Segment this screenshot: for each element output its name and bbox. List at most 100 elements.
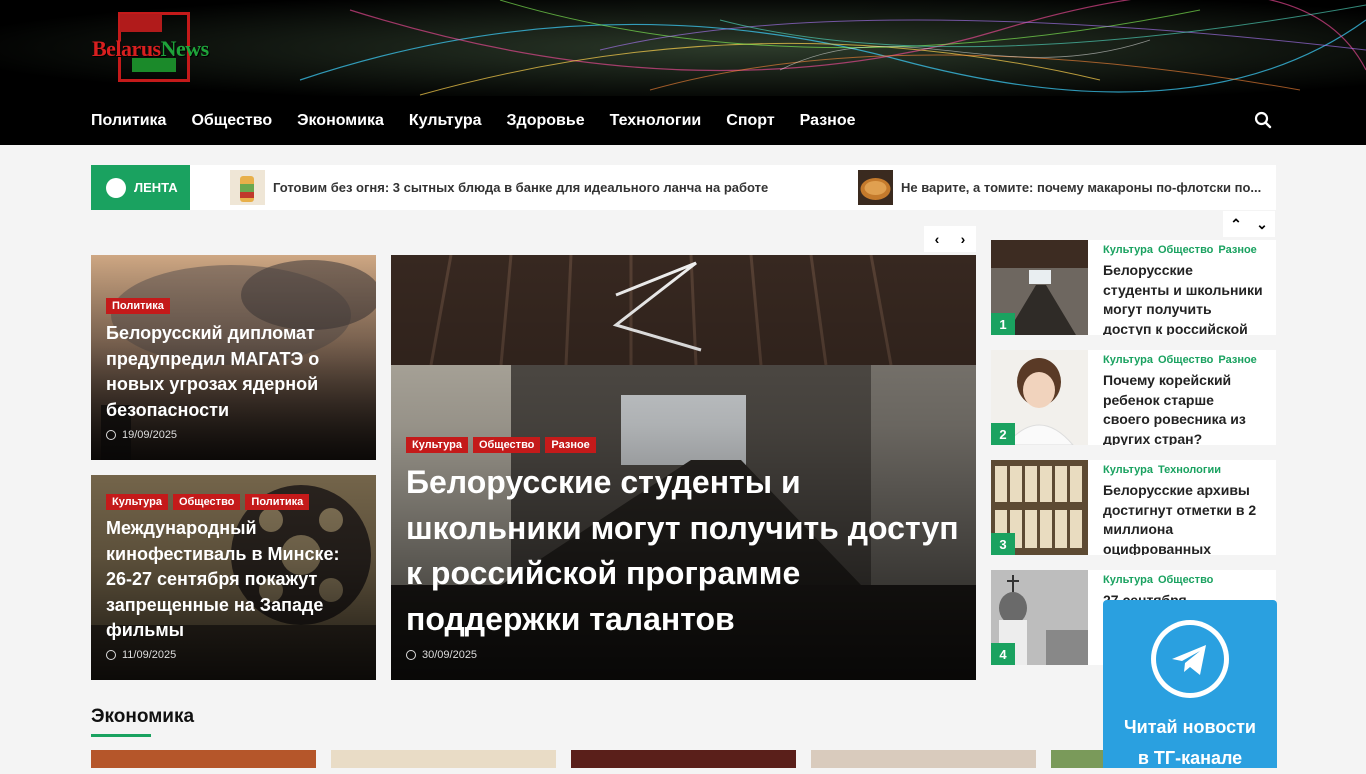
side-list-item[interactable]: 1 Культура Общество Разное Белорусские с… [991, 240, 1276, 335]
ticker-label: ЛЕНТА [91, 165, 190, 210]
side-item-title[interactable]: Белорусские архивы достигнут отметки в 2… [1103, 481, 1263, 555]
site-logo[interactable]: BelarusNews [92, 10, 222, 84]
logo-flag-red [120, 14, 162, 32]
telegram-cta: Читай новости в ТГ-канале [1103, 712, 1277, 774]
category-link[interactable]: Общество [1158, 244, 1213, 256]
nav-menu: Политика Общество Экономика Культура Здо… [91, 96, 881, 145]
nav-item-economy[interactable]: Экономика [297, 112, 384, 130]
telegram-widget[interactable]: Читай новости в ТГ-канале [1103, 600, 1277, 768]
search-icon[interactable] [1254, 111, 1272, 129]
main-navbar: Политика Общество Экономика Культура Здо… [0, 96, 1366, 145]
economy-thumb[interactable] [811, 750, 1036, 768]
nav-item-society[interactable]: Общество [191, 112, 272, 130]
category-link[interactable]: Общество [1158, 574, 1213, 586]
side-list-up-button[interactable]: ⌃ [1223, 211, 1249, 237]
category-tag[interactable]: Общество [472, 437, 541, 453]
featured-prev-button[interactable]: ‹ [924, 226, 950, 252]
economy-thumb[interactable] [91, 750, 316, 768]
nav-item-misc[interactable]: Разное [800, 112, 856, 130]
card-title[interactable]: Международный кинофестиваль в Минске: 26… [106, 516, 366, 644]
logo-text-part2: News [160, 36, 210, 61]
side-item-cats: Культура Общество Разное [1103, 244, 1262, 256]
category-link[interactable]: Культура [1103, 354, 1153, 366]
category-link[interactable]: Разное [1218, 244, 1256, 256]
nav-item-health[interactable]: Здоровье [507, 112, 585, 130]
card-date-text: 19/09/2025 [122, 429, 178, 441]
card-title[interactable]: Белорусский дипломат предупредил МАГАТЭ … [106, 321, 366, 423]
ticker-label-text: ЛЕНТА [134, 180, 178, 195]
card-tags: Политика [106, 298, 175, 314]
featured-main-card[interactable]: Культура Общество Разное Белорусские сту… [391, 255, 976, 680]
rank-badge: 4 [991, 643, 1015, 665]
category-link[interactable]: Общество [1158, 354, 1213, 366]
category-tag[interactable]: Политика [106, 298, 170, 314]
section-title-economy[interactable]: Экономика [91, 706, 194, 728]
clock-icon [106, 650, 116, 660]
side-list-item[interactable]: 3 Культура Технологии Белорусские архивы… [991, 460, 1276, 555]
ticker-item-text: Не варите, а томите: почему макароны по-… [901, 180, 1262, 195]
chevron-up-icon: ⌃ [1230, 215, 1242, 232]
telegram-cta-line1: Читай новости [1124, 717, 1256, 737]
chevron-right-icon: › [960, 231, 966, 247]
chevron-down-icon: ⌄ [1256, 215, 1268, 232]
featured-card[interactable]: Культура Общество Политика Международный… [91, 475, 376, 680]
telegram-icon-inner [1156, 625, 1224, 693]
category-link[interactable]: Технологии [1158, 464, 1221, 476]
side-item-title[interactable]: Почему корейский ребенок старше своего р… [1103, 371, 1263, 445]
nav-item-technology[interactable]: Технологии [610, 112, 702, 130]
card-date: 19/09/2025 [106, 429, 177, 441]
logo-text: BelarusNews [92, 36, 209, 62]
rank-badge: 2 [991, 423, 1015, 445]
side-list-down-button[interactable]: ⌄ [1249, 211, 1275, 237]
featured-card[interactable]: Политика Белорусский дипломат предупреди… [91, 255, 376, 460]
card-date: 30/09/2025 [406, 649, 477, 661]
featured-slider-arrows: ‹ › [924, 226, 976, 252]
clock-icon [406, 650, 416, 660]
side-item-cats: Культура Общество Разное [1103, 354, 1262, 366]
economy-thumb[interactable] [331, 750, 556, 768]
nav-item-politics[interactable]: Политика [91, 112, 166, 130]
rank-badge: 1 [991, 313, 1015, 335]
nav-item-culture[interactable]: Культура [409, 112, 482, 130]
category-tag[interactable]: Политика [245, 494, 310, 510]
logo-text-part1: Belarus [92, 36, 161, 61]
section-underline [91, 734, 151, 737]
side-item-title[interactable]: Белорусские студенты и школьники могут п… [1103, 261, 1263, 335]
side-list-item[interactable]: 2 Культура Общество Разное Почему корейс… [991, 350, 1276, 445]
card-title[interactable]: Белорусские студенты и школьники могут п… [406, 460, 966, 642]
nav-item-sport[interactable]: Спорт [726, 112, 774, 130]
card-date-text: 11/09/2025 [122, 649, 177, 661]
category-link[interactable]: Разное [1218, 354, 1256, 366]
category-tag[interactable]: Культура [106, 494, 168, 510]
card-date-text: 30/09/2025 [422, 649, 478, 661]
category-tag[interactable]: Разное [545, 437, 596, 453]
clock-icon [106, 430, 116, 440]
rank-badge: 3 [991, 533, 1015, 555]
economy-thumb[interactable] [1051, 750, 1103, 768]
card-date: 11/09/2025 [106, 649, 176, 661]
featured-next-button[interactable]: › [950, 226, 976, 252]
category-link[interactable]: Культура [1103, 464, 1153, 476]
side-item-cats: Культура Технологии [1103, 464, 1226, 476]
card-tags: Культура Общество Разное [406, 437, 601, 453]
chevron-left-icon: ‹ [934, 231, 940, 247]
side-item-cats: Культура Общество [1103, 574, 1218, 586]
category-tag[interactable]: Культура [406, 437, 468, 453]
news-ticker: ЛЕНТА Готовим без огня: 3 сытных блюда в… [91, 165, 1276, 210]
category-link[interactable]: Культура [1103, 244, 1153, 256]
ticker-item[interactable]: Готовим без огня: 3 сытных блюда в банке… [230, 170, 768, 205]
card-tags: Культура Общество Политика [106, 494, 314, 510]
economy-thumb[interactable] [571, 750, 796, 768]
telegram-cta-line2: в ТГ-канале [1137, 748, 1243, 768]
ticker-item[interactable]: Не варите, а томите: почему макароны по-… [858, 170, 1261, 205]
category-tag[interactable]: Общество [172, 494, 241, 510]
header-banner: BelarusNews [0, 0, 1366, 96]
telegram-icon [1151, 620, 1229, 698]
side-list-arrows: ⌃ ⌄ [1223, 211, 1275, 237]
ticker-thumb-jar-food [230, 170, 265, 205]
ticker-item-text: Готовим без огня: 3 сытных блюда в банке… [273, 180, 769, 195]
ticker-live-icon [106, 177, 126, 198]
ticker-thumb-pasta [858, 170, 893, 205]
category-link[interactable]: Культура [1103, 574, 1153, 586]
telegram-plane-icon [1172, 645, 1206, 675]
